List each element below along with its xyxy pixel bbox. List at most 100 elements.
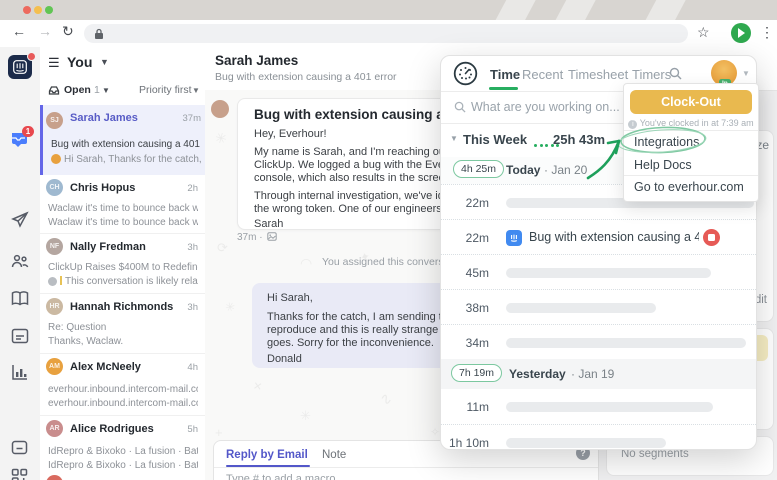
entry-task-title[interactable]: Bug with extension causing a 401 error xyxy=(529,230,699,244)
avatar-initials: NF xyxy=(49,243,60,250)
clocked-in-note: i You've clocked in at 7:39 am xyxy=(624,118,758,129)
outbound-icon[interactable] xyxy=(10,210,30,230)
articles-icon[interactable] xyxy=(10,327,30,345)
conversation-name: Alex McNeely xyxy=(70,361,141,373)
browser-menu-icon[interactable]: ⋮ xyxy=(760,24,774,41)
time-entry-row[interactable]: 11m xyxy=(441,389,756,424)
conversation-name: Alice Rodrigues xyxy=(70,423,154,435)
time-entry-row[interactable]: 1h 10m xyxy=(441,424,756,450)
apps-icon[interactable] xyxy=(10,467,29,480)
forward-icon[interactable]: → xyxy=(38,23,52,39)
notification-dot xyxy=(27,52,36,61)
entry-placeholder-bar xyxy=(506,338,746,348)
week-total: 25h 43m xyxy=(553,132,606,147)
doodle-glyph: ◠ xyxy=(300,255,313,271)
conversation-preview-1: ClickUp Raises $400M to Redefine Product… xyxy=(48,262,198,273)
inbox-icon[interactable]: 1 xyxy=(10,126,34,150)
conversation-item[interactable]: NF Nally Fredman 3h ClickUp Raises $400M… xyxy=(40,233,205,294)
time-entry-row[interactable]: 38m xyxy=(441,289,756,325)
doodle-glyph: ✳ xyxy=(213,128,229,148)
tab-underline xyxy=(489,87,518,90)
menu-item-help-docs[interactable]: Help Docs xyxy=(634,158,692,172)
collapse-chevron-icon[interactable]: ▼ xyxy=(450,134,458,143)
open-inbox-icon xyxy=(48,86,60,95)
sort-selector[interactable]: Priority first xyxy=(139,84,192,96)
tab-note[interactable]: Note xyxy=(322,449,346,461)
doodle-glyph: ✧ xyxy=(430,425,441,439)
entry-duration: 1h 10m xyxy=(448,436,489,450)
conversation-preview-2: Thanks, Waclaw. xyxy=(48,336,124,347)
message-line: Hey, Everhour! xyxy=(254,128,327,140)
inbox-title[interactable]: You xyxy=(67,54,92,70)
date-group-row: 7h 19m Yesterday · Jan 19 xyxy=(441,359,756,389)
address-bar[interactable] xyxy=(84,24,688,43)
reports-icon[interactable] xyxy=(10,363,30,382)
day-date: · Jan 19 xyxy=(571,367,615,381)
open-filter[interactable]: Open xyxy=(64,84,91,96)
reload-icon[interactable]: ↻ xyxy=(62,23,74,40)
browser-toolbar: ← → ↻ ☆ ⋮ xyxy=(0,20,777,48)
tab-timers[interactable]: Timers xyxy=(632,67,671,82)
conversation-preview-1: everhour.inbound.intercom-mail.com Confi… xyxy=(48,384,198,395)
chevron-down-icon[interactable]: ▼ xyxy=(742,69,750,78)
bookmark-star-icon[interactable]: ☆ xyxy=(697,24,710,41)
conversation-item[interactable]: CH Chris Hopus 2h Waclaw it's time to bo… xyxy=(40,175,205,233)
conversation-item[interactable]: AR Alice Rodrigues 5h IdRepro & Bixoko ·… xyxy=(40,415,205,478)
avatar: CH xyxy=(46,179,63,196)
tab-recent[interactable]: Recent xyxy=(522,67,563,82)
conversation-item[interactable]: HR Hannah Richmonds 3h Re: Question Than… xyxy=(40,293,205,354)
chevron-down-icon[interactable]: ▼ xyxy=(102,86,110,95)
doodle-glyph: ✳ xyxy=(222,298,238,316)
chevron-down-icon[interactable]: ▼ xyxy=(192,86,200,95)
maximize-window-button[interactable] xyxy=(45,6,53,14)
close-window-button[interactable] xyxy=(23,6,31,14)
contacts-icon[interactable] xyxy=(10,252,30,272)
menu-item-integrations[interactable]: Integrations xyxy=(634,135,699,149)
entry-placeholder-bar xyxy=(506,402,713,412)
stop-timer-button[interactable] xyxy=(703,229,720,246)
tab-reply-by-email[interactable]: Reply by Email xyxy=(226,449,308,461)
time-entry-row[interactable]: 45m xyxy=(441,254,756,290)
search-icon[interactable] xyxy=(669,67,682,80)
doodle-glyph: + xyxy=(215,425,223,440)
everhour-extension-icon[interactable] xyxy=(731,23,751,43)
week-label[interactable]: This Week xyxy=(463,132,527,147)
hamburger-icon[interactable]: ☰ xyxy=(48,55,60,71)
open-label: Open xyxy=(64,84,91,96)
account-menu: Clock-Out i You've clocked in at 7:39 am… xyxy=(623,83,759,202)
tab-timesheet[interactable]: Timesheet xyxy=(568,67,628,82)
window-titlebar xyxy=(0,0,777,20)
conversation-name: Nally Fredman xyxy=(70,241,146,253)
avatar-initials: AM xyxy=(49,363,60,370)
messenger-icon[interactable] xyxy=(10,439,29,457)
menu-item-everhour-site[interactable]: Go to everhour.com xyxy=(634,180,744,194)
conversation-preview-1: IdRepro & Bixoko · La fusion · Bateratze… xyxy=(48,446,198,457)
tab-time[interactable]: Time xyxy=(490,67,520,82)
conversation-item[interactable]: SJ Sarah James 37m Bug with extension ca… xyxy=(40,105,208,175)
composer-divider xyxy=(214,467,598,468)
minimize-window-button[interactable] xyxy=(34,6,42,14)
chevron-down-icon[interactable]: ▼ xyxy=(100,57,109,67)
clocked-in-text: You've clocked in at 7:39 am xyxy=(639,118,754,128)
doodle-glyph: ∿ xyxy=(377,389,395,410)
clock-out-button[interactable]: Clock-Out xyxy=(630,90,752,114)
composer-input[interactable]: Type # to add a macro... xyxy=(226,473,526,480)
inbox-badge: 1 xyxy=(22,126,34,137)
day-total-pill: 4h 25m xyxy=(453,160,505,178)
screen: ← → ↻ ☆ ⋮ 1 ☰ You ▼ Open 1 ▼ Priority fi… xyxy=(0,0,777,480)
conversation-preview-1: Bug with extension causing a 401 error xyxy=(51,139,201,150)
intercom-logo[interactable] xyxy=(8,52,36,79)
doodle-glyph: ⟳ xyxy=(217,240,228,255)
preview-text: This conversation is likely related to a… xyxy=(65,276,198,287)
avatar: HR xyxy=(46,298,63,315)
day-date: · Jan 20 xyxy=(544,163,588,177)
time-entry-row-active[interactable]: 22m Bug with extension causing a 401 err… xyxy=(441,219,756,255)
knowledge-icon[interactable] xyxy=(10,290,30,308)
conversation-item[interactable]: AM Alex McNeely 4h everhour.inbound.inte… xyxy=(40,353,205,416)
back-icon[interactable]: ← xyxy=(12,23,26,39)
everhour-logo xyxy=(453,61,478,86)
conversation-time: 5h xyxy=(187,424,198,435)
avatar-initials: CH xyxy=(49,184,60,191)
conversation-preview-1: Re: Question xyxy=(48,322,107,333)
time-entry-row[interactable]: 34m xyxy=(441,324,756,360)
